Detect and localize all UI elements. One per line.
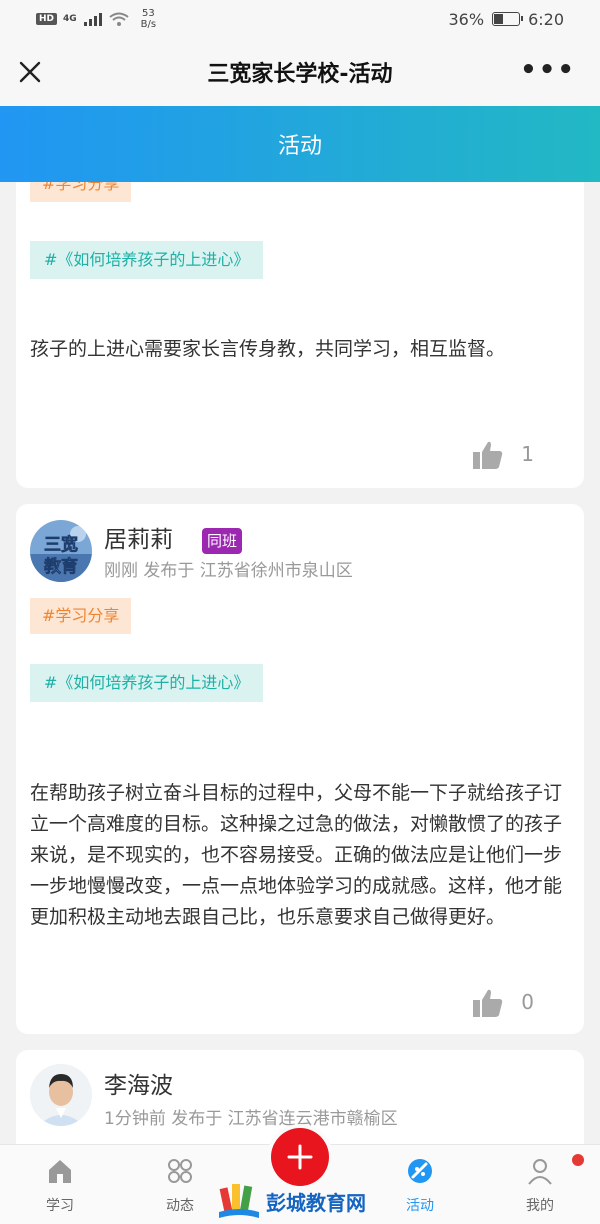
like-count: 1 bbox=[521, 442, 534, 466]
net-speed-value: 53 bbox=[142, 8, 155, 19]
battery-icon bbox=[492, 12, 524, 26]
post-card[interactable]: #学习分享 #《如何培养孩子的上进心》 孩子的上进心需要家长言传身教，共同学习，… bbox=[16, 182, 584, 488]
plus-icon bbox=[287, 1144, 313, 1170]
tab-label: 学习 bbox=[46, 1198, 74, 1214]
watermark-text: 彭城教育网 bbox=[266, 1190, 366, 1215]
activity-feed[interactable]: #学习分享 #《如何培养孩子的上进心》 孩子的上进心需要家长言传身教，共同学习，… bbox=[0, 182, 600, 1144]
home-icon bbox=[49, 1160, 71, 1183]
thumbs-up-icon[interactable] bbox=[472, 988, 504, 1018]
avatar-text-line1: 三宽 bbox=[44, 534, 78, 555]
like-count: 0 bbox=[521, 990, 534, 1014]
net-speed: 53 B/s bbox=[141, 8, 156, 30]
section-title: 活动 bbox=[277, 134, 322, 159]
author-name[interactable]: 居莉莉 bbox=[104, 520, 173, 554]
author-name[interactable]: 李海波 bbox=[104, 1066, 173, 1100]
post-meta: 1分钟前 发布于 江苏省连云港市赣榆区 bbox=[104, 1109, 398, 1129]
status-bar: HD 4G 53 B/s 36% 6:20 bbox=[0, 0, 600, 38]
post-meta: 刚刚 发布于 江苏省徐州市泉山区 bbox=[104, 561, 353, 581]
avatar-image bbox=[30, 1064, 92, 1126]
grid-circles-icon bbox=[168, 1159, 192, 1183]
tab-activity[interactable]: 活动 bbox=[380, 1157, 460, 1215]
books-logo bbox=[219, 1184, 259, 1218]
watermark: 彭城教育网 bbox=[218, 1182, 366, 1220]
post-content: 孩子的上进心需要家长言传身教，共同学习，相互监督。 bbox=[30, 338, 506, 360]
battery-percent: 36% bbox=[448, 9, 485, 29]
network-label: 4G bbox=[63, 14, 77, 24]
create-post-button[interactable] bbox=[271, 1128, 329, 1186]
notification-dot bbox=[572, 1154, 584, 1166]
tab-mine[interactable]: 我的 bbox=[500, 1157, 580, 1215]
tab-label: 我的 bbox=[526, 1198, 554, 1214]
section-header: 活动 bbox=[0, 106, 600, 182]
status-right: 36% 6:20 bbox=[449, 10, 565, 29]
more-menu-icon[interactable]: ••• bbox=[520, 57, 576, 83]
close-icon[interactable] bbox=[16, 58, 44, 86]
category-tag[interactable]: #学习分享 bbox=[30, 598, 132, 634]
post-card[interactable]: 三宽 教育 居莉莉 同班 刚刚 发布于 江苏省徐州市泉山区 #学习分享 #《如何… bbox=[16, 504, 584, 1034]
thumbs-up-icon[interactable] bbox=[472, 440, 504, 470]
topic-tag[interactable]: #《如何培养孩子的上进心》 bbox=[30, 241, 264, 279]
status-left: HD 4G 53 B/s bbox=[36, 8, 156, 30]
tab-label: 动态 bbox=[166, 1198, 194, 1214]
title-bar: 三宽家长学校-活动 ••• bbox=[0, 38, 600, 106]
battery-fill bbox=[494, 14, 504, 24]
class-badge: 同班 bbox=[202, 528, 243, 554]
clock: 6:20 bbox=[528, 9, 564, 29]
avatar-text-line2: 教育 bbox=[43, 556, 78, 577]
avatar-image: 三宽 教育 bbox=[30, 520, 92, 582]
avatar[interactable]: 三宽 教育 bbox=[30, 520, 92, 582]
tab-label: 活动 bbox=[406, 1198, 434, 1214]
hd-badge: HD bbox=[36, 13, 58, 25]
category-tag[interactable]: #学习分享 bbox=[30, 182, 132, 202]
user-icon bbox=[528, 1159, 552, 1185]
signal-icon bbox=[83, 13, 102, 26]
activity-icon bbox=[408, 1159, 432, 1183]
page-title: 三宽家长学校-活动 bbox=[207, 62, 393, 87]
avatar[interactable] bbox=[30, 1064, 92, 1126]
topic-tag[interactable]: #《如何培养孩子的上进心》 bbox=[30, 664, 264, 702]
post-content: 在帮助孩子树立奋斗目标的过程中，父母不能一下子就给孩子订立一个高难度的目标。这种… bbox=[30, 782, 563, 928]
tab-study[interactable]: 学习 bbox=[20, 1157, 100, 1215]
wifi-icon bbox=[109, 12, 129, 26]
tab-dynamics[interactable]: 动态 bbox=[140, 1157, 220, 1215]
net-speed-unit: B/s bbox=[140, 19, 157, 30]
